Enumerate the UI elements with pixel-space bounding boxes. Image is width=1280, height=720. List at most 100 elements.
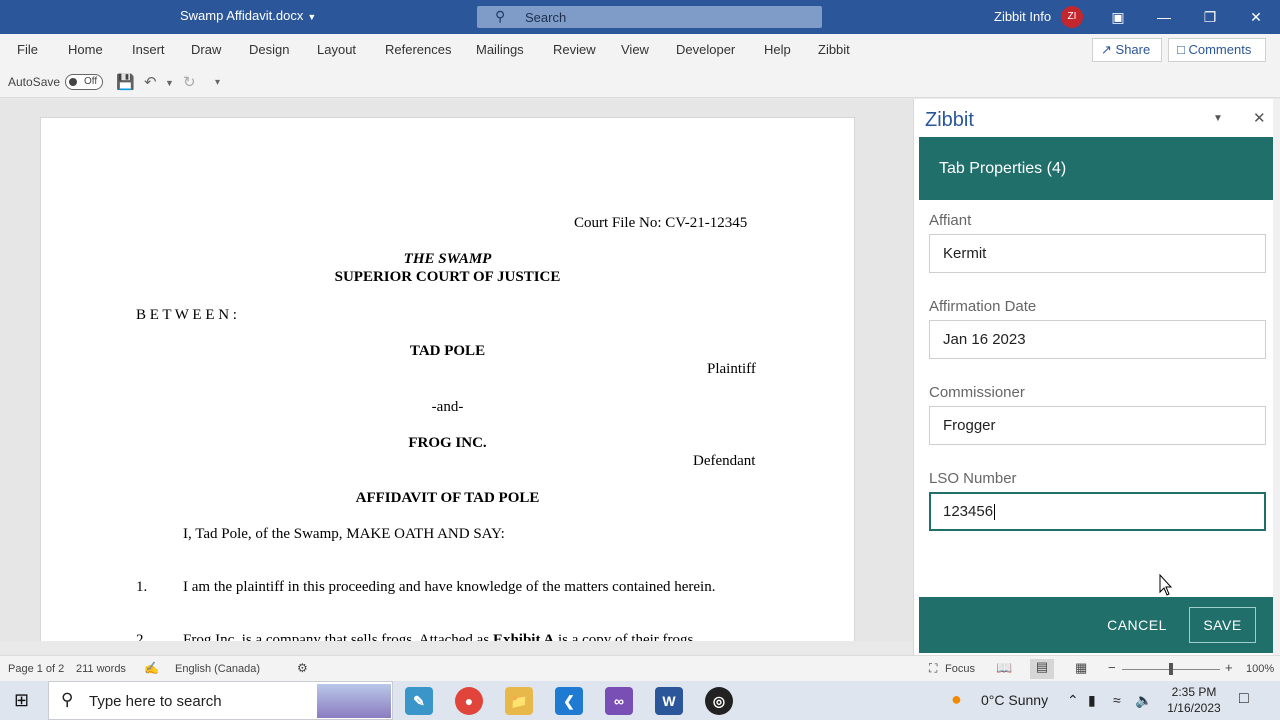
app-visual-studio-icon[interactable]: ∞ (605, 687, 633, 715)
share-button[interactable]: ↗ Share (1092, 38, 1162, 62)
proofing-icon[interactable]: ✍ (144, 661, 159, 675)
tab-mailings[interactable]: Mailings (476, 42, 524, 57)
search-box[interactable]: ⚲ Search (477, 6, 822, 28)
word-count[interactable]: 211 words (76, 663, 126, 675)
save-button[interactable]: SAVE (1189, 607, 1256, 643)
web-layout-icon[interactable]: ▦ (1075, 660, 1087, 676)
weather-text[interactable]: 0°C Sunny (981, 692, 1048, 708)
avatar[interactable]: ZI (1061, 6, 1083, 28)
commissioner-field[interactable]: Frogger (929, 406, 1266, 445)
weather-icon[interactable]: ● (951, 689, 962, 710)
tab-layout[interactable]: Layout (317, 42, 356, 57)
page-count[interactable]: Page 1 of 2 (8, 663, 64, 675)
tab-design[interactable]: Design (249, 42, 289, 57)
paragraph-text-part: is a copy of their frogs. (554, 632, 698, 641)
document-canvas[interactable]: Court File No: CV-21-12345 THE SWAMP SUP… (0, 99, 913, 641)
undo-icon[interactable]: ↶ (144, 73, 157, 91)
taskbar: ⊞ ⚲ Type here to search ✎ ● 📁 ❮ ∞ W ◎ ● … (0, 681, 1280, 720)
restore-icon[interactable]: ❐ (1187, 0, 1233, 34)
affiant-field[interactable]: Kermit (929, 234, 1266, 273)
zoom-slider-thumb[interactable] (1169, 663, 1173, 675)
affirmation-date-field[interactable]: Jan 16 2023 (929, 320, 1266, 359)
lso-number-label: LSO Number (929, 470, 1017, 487)
lso-number-field[interactable]: 123456 (929, 492, 1266, 531)
tab-zibbit[interactable]: Zibbit (818, 42, 850, 57)
tray-chevron-icon[interactable]: ⌃ (1067, 692, 1079, 709)
taskbar-search[interactable]: ⚲ Type here to search (48, 681, 393, 720)
tab-review[interactable]: Review (553, 42, 596, 57)
search-icon: ⚲ (495, 8, 506, 24)
app-file-explorer-icon[interactable]: 📁 (505, 687, 533, 715)
close-icon[interactable]: ✕ (1233, 0, 1279, 34)
between-label: B E T W E E N : (136, 307, 237, 323)
vertical-scrollbar[interactable] (1273, 99, 1280, 655)
affidavit-heading: AFFIDAVIT OF TAD POLE (355, 490, 540, 506)
zoom-level[interactable]: 100% (1246, 663, 1274, 675)
status-bar: Page 1 of 2 211 words ✍ English (Canada)… (0, 655, 1280, 681)
redo-icon[interactable]: ↻ (183, 73, 196, 91)
volume-icon[interactable]: 🔈 (1135, 692, 1152, 709)
user-name[interactable]: Zibbit Info (994, 9, 1051, 24)
quick-access-toolbar: AutoSave Off 💾 ↶ ▼ ↻ ▾ (0, 66, 1280, 98)
app-word-icon[interactable]: W (655, 687, 683, 715)
and-separator: -and- (431, 399, 464, 415)
clock[interactable]: 2:35 PM 1/16/2023 (1162, 684, 1226, 716)
accessibility-icon[interactable]: ⚙ (297, 661, 308, 675)
minimize-icon[interactable]: — (1141, 0, 1187, 34)
tab-help[interactable]: Help (764, 42, 791, 57)
autosave-toggle[interactable]: Off (65, 74, 103, 90)
wifi-icon[interactable]: ≈ (1113, 692, 1121, 708)
oath-line: I, Tad Pole, of the Swamp, MAKE OATH AND… (183, 526, 505, 542)
print-layout-icon[interactable]: ▤ (1030, 659, 1054, 679)
tab-developer[interactable]: Developer (676, 42, 735, 57)
tab-file[interactable]: File (17, 42, 38, 57)
pane-footer: CANCEL SAVE (919, 597, 1276, 653)
share-label: Share (1115, 42, 1151, 57)
zoom-out-icon[interactable]: − (1108, 660, 1116, 675)
court-file-number: Court File No: CV-21-12345 (574, 215, 748, 231)
share-icon: ↗ (1101, 42, 1112, 57)
customize-toolbar-icon[interactable]: ▾ (215, 77, 220, 88)
zoom-in-icon[interactable]: + (1225, 660, 1233, 675)
tab-references[interactable]: References (385, 42, 451, 57)
lso-number-value: 123456 (943, 503, 994, 520)
defendant-role: Defendant (693, 453, 756, 469)
document-title[interactable]: Swamp Affidavit.docx ▼ (180, 8, 316, 23)
app-chrome-icon[interactable]: ● (455, 687, 483, 715)
plaintiff-name: TAD POLE (409, 343, 486, 359)
title-bar: Swamp Affidavit.docx ▼ ⚲ Search Zibbit In… (0, 0, 1280, 34)
cancel-button[interactable]: CANCEL (1099, 611, 1175, 639)
language[interactable]: English (Canada) (175, 663, 260, 675)
zibbit-task-pane: Zibbit ▼ ✕ Tab Properties (4) Affiant Ke… (913, 99, 1280, 655)
read-mode-icon[interactable]: 📖 (996, 660, 1012, 676)
focus-mode[interactable]: Focus (945, 663, 975, 675)
paragraph-text-part: Frog Inc. is a company that sells frogs.… (183, 632, 493, 641)
save-icon[interactable]: 💾 (116, 73, 135, 91)
comments-button[interactable]: □ Comments (1168, 38, 1266, 62)
document-title-text: Swamp Affidavit.docx (180, 8, 304, 23)
pane-close-icon[interactable]: ✕ (1253, 109, 1266, 127)
court-title: SUPERIOR COURT OF JUSTICE (334, 269, 561, 285)
pane-options-icon[interactable]: ▼ (1213, 113, 1223, 124)
windows-start-icon[interactable]: ⊞ (14, 690, 29, 711)
app-vscode-icon[interactable]: ❮ (555, 687, 583, 715)
comments-label: Comments (1188, 42, 1252, 57)
tab-home[interactable]: Home (68, 42, 103, 57)
app-notepad-icon[interactable]: ✎ (405, 687, 433, 715)
focus-icon[interactable]: ⛶ (929, 661, 937, 676)
tab-view[interactable]: View (621, 42, 649, 57)
document-page[interactable]: Court File No: CV-21-12345 THE SWAMP SUP… (40, 117, 855, 641)
battery-icon[interactable]: ▮ (1088, 692, 1096, 709)
chevron-down-icon: ▼ (307, 12, 317, 22)
tab-insert[interactable]: Insert (132, 42, 165, 57)
toggle-knob (69, 78, 77, 86)
tab-draw[interactable]: Draw (191, 42, 221, 57)
search-placeholder: Search (525, 10, 567, 25)
undo-dropdown-icon[interactable]: ▼ (165, 78, 174, 88)
toggle-state: Off (84, 76, 98, 87)
defendant-name: FROG INC. (408, 435, 487, 451)
notifications-icon[interactable]: □ (1239, 690, 1249, 708)
ribbon-display-options-icon[interactable]: ▣ (1095, 0, 1141, 34)
pane-title: Zibbit (925, 109, 974, 131)
app-obs-icon[interactable]: ◎ (705, 687, 733, 715)
